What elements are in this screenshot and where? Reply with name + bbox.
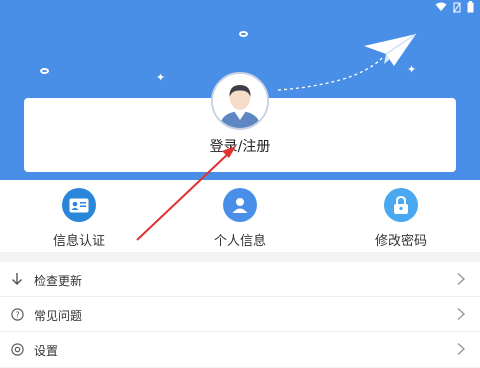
menu-item-label: 检查更新 — [34, 274, 83, 288]
shortcut-change-password[interactable]: 修改密码 — [346, 188, 456, 249]
shortcut-info-verification[interactable]: 信息认证 — [24, 188, 134, 249]
login-register-link[interactable]: 登录/注册 — [0, 136, 480, 156]
shortcut-row: 信息认证 个人信息 修改密码 — [0, 180, 480, 252]
shortcut-icon-circle — [384, 188, 418, 222]
shortcut-personal-info[interactable]: 个人信息 — [185, 188, 295, 249]
wifi-icon — [435, 2, 447, 11]
no-sim-icon — [453, 1, 461, 13]
svg-text:?: ? — [15, 310, 19, 319]
menu-item-settings[interactable]: 设置 — [0, 332, 480, 367]
menu-item-label: 常见问题 — [34, 309, 83, 323]
menu-item-check-update[interactable]: 检查更新 — [0, 262, 480, 297]
default-avatar-icon — [213, 74, 267, 128]
shortcut-label: 个人信息 — [213, 234, 266, 249]
decor-star: ✦ — [156, 71, 166, 84]
download-arrow-icon — [10, 272, 24, 286]
avatar[interactable] — [211, 72, 269, 130]
status-bar — [435, 0, 474, 14]
decor-ring — [40, 68, 49, 74]
shortcut-icon-circle — [62, 188, 96, 222]
paper-plane-icon — [277, 33, 417, 91]
battery-icon — [467, 1, 474, 13]
menu-item-label: 设置 — [34, 344, 59, 358]
shortcut-label: 修改密码 — [374, 234, 427, 249]
chevron-right-icon — [457, 272, 466, 286]
decor-ring — [239, 31, 248, 37]
shortcut-label: 信息认证 — [52, 234, 105, 249]
menu-item-faq[interactable]: ? 常见问题 — [0, 297, 480, 332]
question-circle-icon: ? — [10, 307, 24, 321]
id-card-icon — [69, 198, 89, 212]
chevron-right-icon — [457, 342, 466, 356]
settings-menu: 检查更新 ? 常见问题 设置 — [0, 262, 480, 367]
shortcut-icon-circle — [223, 188, 257, 222]
person-icon — [232, 198, 248, 213]
lock-icon — [394, 195, 408, 214]
chevron-right-icon — [457, 307, 466, 321]
settings-icon — [10, 342, 24, 356]
